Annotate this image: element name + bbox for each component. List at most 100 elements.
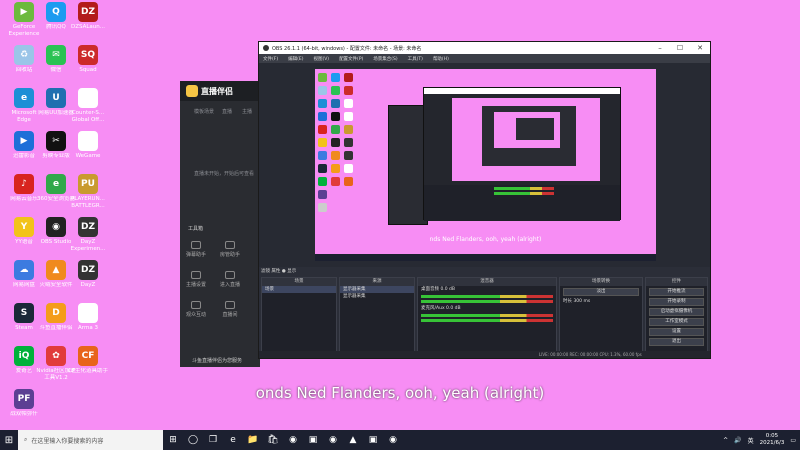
menu-help[interactable]: 帮助(H) <box>433 56 449 62</box>
desktop-icon-label: Counter-S... Global Off... <box>71 110 105 123</box>
duration-input[interactable]: 300 ms <box>573 299 590 304</box>
exit-button[interactable]: 退出 <box>649 338 704 346</box>
app-icon: CF <box>78 346 98 366</box>
obs-statusbar: LIVE: 00:00:00 REC: 00:00:00 CPU: 1.3%, … <box>259 351 710 358</box>
preview-obs-docks <box>424 185 620 221</box>
source-item[interactable]: 显示器采集 <box>340 286 414 293</box>
tool-admin[interactable]: 房管助手 <box>216 241 244 258</box>
search-placeholder: 在这里输入你要搜索的内容 <box>31 437 104 445</box>
sources-dock: 来源 显示器采集 显示器采集 <box>339 277 415 354</box>
app-icon: ✉ <box>46 45 66 65</box>
desktop-icon[interactable]: PU PLAYERUN... BATTLEGR... <box>68 174 108 209</box>
source-item[interactable]: 显示器采集 <box>340 293 414 300</box>
desktop-icon[interactable]: WeGame <box>68 131 108 160</box>
taskbar-app-icon[interactable]: e <box>223 430 243 450</box>
taskbar-app-icon[interactable]: ▲ <box>343 430 363 450</box>
mixer-level: 0.0 dB <box>446 306 461 311</box>
taskbar-app-icon[interactable]: 📁 <box>243 430 263 450</box>
studio-mode-button[interactable]: 工作室模式 <box>649 318 704 326</box>
desktop-icon[interactable]: DZ DayZ <box>68 260 108 289</box>
taskbar-app-icon[interactable]: ⊞ <box>163 430 183 450</box>
tool-label: 直播间 <box>222 312 238 318</box>
tool-label: 观众互动 <box>185 312 206 318</box>
virtual-camera-button[interactable]: 启动虚拟摄像机 <box>649 308 704 316</box>
desktop-icon-label: DayZ Experimen... <box>70 239 106 252</box>
app-icon: e <box>14 88 34 108</box>
tool-label: 主播设置 <box>185 282 206 288</box>
windows-start-icon[interactable]: ⊞ <box>0 430 18 450</box>
tab-templates[interactable]: 模板场景 <box>194 108 214 115</box>
taskbar-clock[interactable]: 0:05 2021/6/3 <box>760 433 785 447</box>
maximize-icon[interactable]: ☐ <box>670 42 690 54</box>
input-language[interactable]: 英 <box>748 436 754 445</box>
transition-select[interactable]: 淡出 <box>563 288 639 296</box>
menu-tools[interactable]: 工具(T) <box>408 56 423 62</box>
notification-icon[interactable]: ▭ <box>790 437 796 444</box>
obs-preview[interactable]: nds Ned Flanders, ooh, yeah (alright) <box>315 69 656 261</box>
taskbar-app-icon[interactable]: ◉ <box>283 430 303 450</box>
toolbox-title: 工具箱 <box>188 226 204 232</box>
desktop-icon-label: DZSALaun... <box>70 24 105 30</box>
app-icon: DZ <box>78 2 98 22</box>
desktop-icon[interactable]: SQ Squad <box>68 45 108 74</box>
tool-label: 房管助手 <box>219 252 240 258</box>
app-icon <box>78 303 98 323</box>
desktop-icon[interactable]: CF CF生化道具助手 <box>68 346 108 375</box>
speaker-icon[interactable]: 🔊 <box>734 437 741 444</box>
tool-label: 弹幕助手 <box>185 252 206 258</box>
tool-interact[interactable]: 观众互动 <box>182 301 210 318</box>
mixer-dock-title: 混音器 <box>418 278 556 286</box>
desktop-icon-label: PLAYERUN... BATTLEGR... <box>71 196 105 209</box>
taskbar-app-icon[interactable]: 🛍 <box>263 430 283 450</box>
live-assistant-status: 斗鱼直播伴侣为您服务 <box>192 358 243 364</box>
obs-window[interactable]: OBS 26.1.1 (64-bit, windows) - 配置文件: 未命名… <box>258 41 711 359</box>
tab-host[interactable]: 主播 <box>242 108 252 115</box>
tool-danmaku[interactable]: 弹幕助手 <box>182 241 210 258</box>
taskbar-app-icon[interactable]: ▣ <box>363 430 383 450</box>
live-placeholder: 直播未开始，开始后可查看直播画面 <box>194 171 254 177</box>
desktop-icon[interactable]: DZ DayZ Experimen... <box>68 217 108 252</box>
desktop-icon[interactable]: Arma 3 <box>68 303 108 332</box>
desktop-icon[interactable]: Counter-S... Global Off... <box>68 88 108 123</box>
menu-edit[interactable]: 编辑(E) <box>288 56 303 62</box>
tool-room[interactable]: 直播间 <box>216 301 244 318</box>
tool-enter-live[interactable]: 进入直播 <box>216 271 244 288</box>
scene-item[interactable]: 场景 <box>262 286 336 293</box>
obs-docks: 滤镜 属性 ● 显示 场景 场景 来源 显示器采集 显示器采集 混音器 桌面音频… <box>259 267 710 358</box>
app-icon: Q <box>46 2 66 22</box>
tool-settings[interactable]: 主播设置 <box>182 271 210 288</box>
menu-file[interactable]: 文件(F) <box>263 56 278 62</box>
app-icon: ✿ <box>46 346 66 366</box>
taskbar-app-icon[interactable]: ◯ <box>183 430 203 450</box>
preview-recursive-canvas <box>494 112 560 148</box>
menu-scene-collection[interactable]: 场景集合(S) <box>373 56 397 62</box>
close-icon[interactable]: ✕ <box>690 42 710 54</box>
obs-titlebar: OBS 26.1.1 (64-bit, windows) - 配置文件: 未命名… <box>259 42 710 54</box>
menu-profile[interactable]: 配置文件(P) <box>339 56 363 62</box>
desktop-icon[interactable]: DZ DZSALaun... <box>68 2 108 31</box>
app-icon: Y <box>14 217 34 237</box>
tab-live[interactable]: 直播 <box>222 108 232 115</box>
live-assistant-header: 直播伴侣 <box>180 81 260 101</box>
tray-chevron-icon[interactable]: ^ <box>723 437 728 444</box>
app-icon: ☁ <box>14 260 34 280</box>
app-icon: U <box>46 88 66 108</box>
taskbar-app-icon[interactable]: ▣ <box>303 430 323 450</box>
system-tray: ^ 🔊 英 0:05 2021/6/3 ▭ <box>723 430 796 450</box>
clock-time: 0:05 <box>765 433 779 439</box>
minimize-icon[interactable]: – <box>650 42 670 54</box>
scenes-dock: 场景 场景 <box>261 277 337 354</box>
start-recording-button[interactable]: 开始录制 <box>649 298 704 306</box>
menu-view[interactable]: 视图(V) <box>313 56 329 62</box>
desktop-icon-label: Squad <box>79 67 97 73</box>
taskbar-app-icon[interactable]: ◉ <box>383 430 403 450</box>
volume-meter <box>421 319 553 322</box>
live-assistant-window[interactable]: 直播伴侣 模板场景 直播 主播 直播未开始，开始后可查看直播画面 工具箱 弹幕助… <box>180 81 260 367</box>
duration-row: 时长 300 ms <box>560 298 642 305</box>
start-streaming-button[interactable]: 开始推流 <box>649 288 704 296</box>
taskbar-app-icon[interactable]: ❒ <box>203 430 223 450</box>
taskbar-search[interactable]: ⌕ 在这里输入你要搜索的内容 <box>18 430 163 450</box>
settings-button[interactable]: 设置 <box>649 328 704 336</box>
taskbar-app-icon[interactable]: ◉ <box>323 430 343 450</box>
preview-meter <box>494 187 554 190</box>
